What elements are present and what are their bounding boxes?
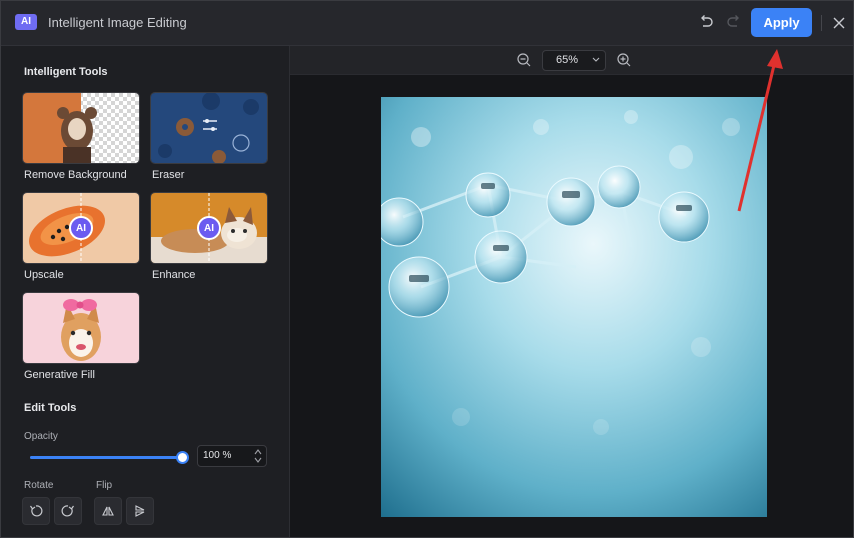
generative-fill-card[interactable] — [22, 292, 140, 364]
annotation-arrow — [737, 49, 783, 212]
window-title: Intelligent Image Editing — [48, 15, 187, 30]
ai-badge: AI — [69, 216, 93, 240]
redo-icon[interactable] — [725, 13, 743, 31]
enhance-label: Enhance — [152, 269, 196, 281]
chevron-down-icon — [592, 57, 600, 62]
app-window: AI Intelligent Image Editing Apply Intel… — [0, 0, 854, 538]
increment-icon[interactable] — [253, 448, 263, 456]
flip-vertical-button[interactable] — [126, 497, 154, 525]
ai-badge: AI — [197, 216, 221, 240]
rotate-left-icon — [30, 505, 43, 517]
intelligent-tools-heading: Intelligent Tools — [24, 66, 108, 78]
zoom-in-icon[interactable] — [616, 52, 632, 68]
undo-icon[interactable] — [697, 13, 715, 31]
rotate-left-button[interactable] — [22, 497, 50, 525]
remove-background-label: Remove Background — [24, 169, 127, 181]
remove-background-card[interactable] — [22, 92, 140, 164]
edit-tools-heading: Edit Tools — [24, 402, 77, 414]
opacity-input[interactable]: 100 % — [197, 445, 267, 467]
flip-horizontal-button[interactable] — [94, 497, 122, 525]
app-logo: AI — [15, 14, 37, 30]
generative-fill-thumbnail — [23, 293, 139, 363]
opacity-slider[interactable] — [30, 451, 189, 464]
title-bar: AI Intelligent Image Editing Apply — [1, 1, 853, 46]
eraser-label: Eraser — [152, 169, 185, 181]
flip-vertical-icon — [135, 505, 145, 517]
opacity-label: Opacity — [24, 431, 58, 442]
remove-background-thumbnail — [23, 93, 139, 163]
zoom-value: 65% — [556, 54, 579, 66]
apply-button[interactable]: Apply — [751, 8, 812, 37]
rotate-right-icon — [61, 505, 74, 517]
opacity-value: 100 % — [203, 450, 232, 461]
close-icon[interactable] — [830, 14, 848, 32]
editing-image[interactable] — [381, 97, 767, 517]
enhance-card[interactable]: AI — [150, 192, 268, 264]
zoom-out-icon[interactable] — [516, 52, 532, 68]
upscale-label: Upscale — [24, 269, 64, 281]
titlebar-divider — [821, 15, 822, 31]
generative-fill-label: Generative Fill — [24, 369, 95, 381]
rotate-right-button[interactable] — [54, 497, 82, 525]
zoom-select[interactable]: 65% — [542, 50, 606, 71]
upscale-card[interactable]: AI — [22, 192, 140, 264]
eraser-card[interactable] — [150, 92, 268, 164]
tools-panel: Intelligent Tools Remove Background Eras… — [1, 46, 290, 537]
rotate-label: Rotate — [24, 480, 54, 491]
flip-horizontal-icon — [102, 506, 114, 516]
flip-label: Flip — [96, 480, 113, 491]
opacity-slider-fill — [30, 456, 182, 459]
opacity-slider-thumb[interactable] — [176, 451, 189, 464]
eraser-thumbnail — [151, 93, 267, 163]
decrement-icon[interactable] — [253, 456, 263, 464]
